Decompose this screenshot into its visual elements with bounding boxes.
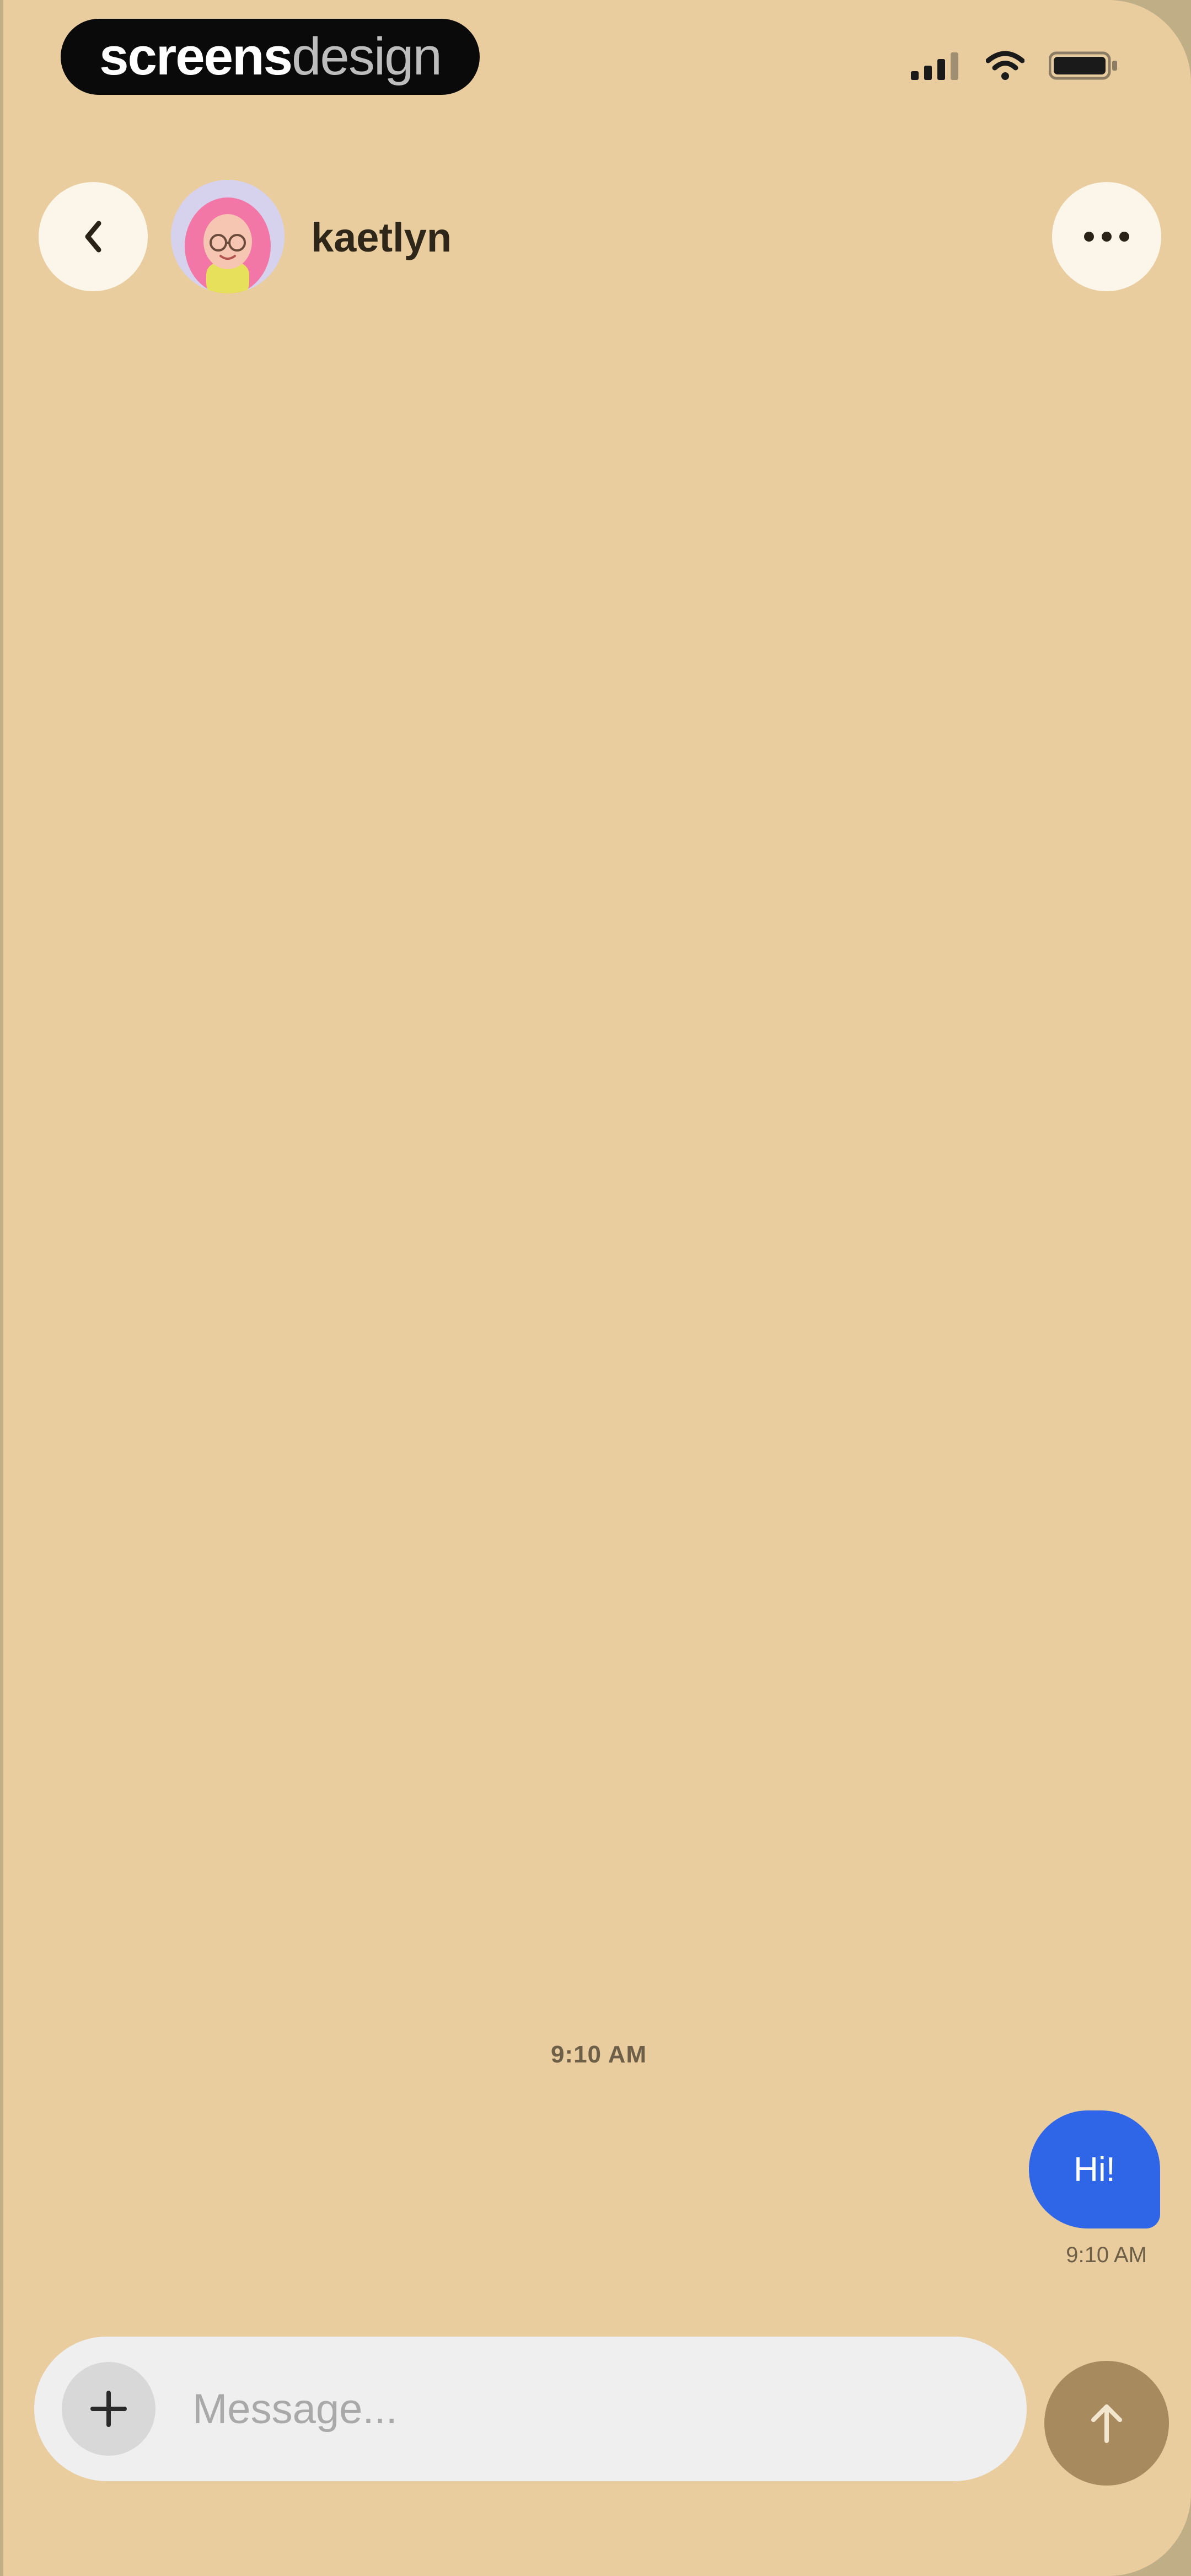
- contact-name[interactable]: kaetlyn: [311, 214, 452, 261]
- message-input[interactable]: [191, 2370, 991, 2448]
- battery-icon: [1049, 51, 1117, 80]
- message-composer: [34, 2337, 1027, 2481]
- brand-text-light: design: [292, 27, 442, 86]
- cellular-signal-icon: [911, 52, 958, 80]
- chat-screen: screens design kaetlyn 9:10 AM Hi! 9:10 …: [3, 0, 1191, 2576]
- avatar-illustration: [171, 180, 285, 293]
- plus-icon: [90, 2391, 127, 2427]
- send-button[interactable]: [1044, 2361, 1169, 2486]
- add-attachment-button[interactable]: [62, 2362, 155, 2456]
- message-text: Hi!: [1074, 2150, 1115, 2189]
- outgoing-message-bubble[interactable]: Hi!: [1029, 2110, 1160, 2228]
- time-divider: 9:10 AM: [550, 2041, 647, 2068]
- wifi-icon: [986, 51, 1024, 80]
- brand-text-bold: screens: [99, 27, 293, 86]
- status-icons: [911, 51, 1119, 81]
- brand-watermark: screens design: [61, 19, 480, 95]
- more-options-button[interactable]: [1052, 182, 1161, 291]
- chevron-left-icon: [85, 221, 101, 253]
- ellipsis-icon: [1084, 232, 1129, 242]
- arrow-up-icon: [1091, 2404, 1122, 2443]
- message-timestamp: 9:10 AM: [1066, 2243, 1147, 2267]
- contact-avatar[interactable]: [171, 180, 285, 293]
- back-button[interactable]: [39, 182, 148, 291]
